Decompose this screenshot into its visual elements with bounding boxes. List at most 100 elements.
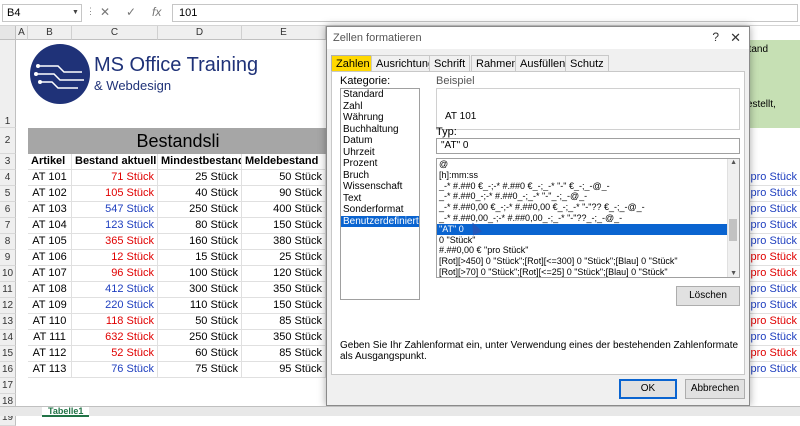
format-item[interactable]: #.##0,00 € "pro Stück" xyxy=(437,245,727,256)
cell-artikel[interactable]: AT 103 xyxy=(28,202,72,218)
row-header-2[interactable]: 2 xyxy=(0,128,16,154)
row-header-4[interactable]: 4 xyxy=(0,170,16,186)
cell-mindest[interactable]: 60 Stück xyxy=(158,346,242,362)
cell-melde[interactable]: 150 Stück xyxy=(242,218,326,234)
cell-bestand[interactable]: 118 Stück xyxy=(72,314,158,330)
cell-artikel[interactable]: AT 111 xyxy=(28,330,72,346)
header-artikel[interactable]: Artikel xyxy=(28,154,72,170)
cell-artikel[interactable]: AT 104 xyxy=(28,218,72,234)
cell-melde[interactable]: 90 Stück xyxy=(242,186,326,202)
format-item[interactable]: [Rot][>70] 0 "Stück";[Rot][<=25] 0 "Stüc… xyxy=(437,267,727,278)
category-item[interactable]: Währung xyxy=(341,112,419,124)
category-item[interactable]: Prozent xyxy=(341,158,419,170)
row-header-12[interactable]: 12 xyxy=(0,298,16,314)
format-item[interactable]: _-* #.##0 €_-;-* #.##0 €_-;_-* "-" €_-;_… xyxy=(437,181,727,192)
row-header-13[interactable]: 13 xyxy=(0,314,16,330)
category-item[interactable]: Buchhaltung xyxy=(341,124,419,136)
help-icon[interactable]: ? xyxy=(712,30,719,44)
fx-icon[interactable]: fx xyxy=(152,5,161,19)
formula-input[interactable]: 101 xyxy=(172,4,798,22)
row-header-15[interactable]: 15 xyxy=(0,346,16,362)
cell-mindest[interactable]: 250 Stück xyxy=(158,202,242,218)
cell-mindest[interactable]: 160 Stück xyxy=(158,234,242,250)
category-item[interactable]: Benutzerdefiniert xyxy=(341,216,419,228)
category-list[interactable]: StandardZahlWährungBuchhaltungDatumUhrze… xyxy=(340,88,420,300)
category-item[interactable]: Uhrzeit xyxy=(341,147,419,159)
row-header-11[interactable]: 11 xyxy=(0,282,16,298)
format-item[interactable]: [Rot][>450] 0 "Stück";[Rot][<=300] 0 "St… xyxy=(437,256,727,267)
row-header-8[interactable]: 8 xyxy=(0,234,16,250)
delete-button[interactable]: Löschen xyxy=(676,286,740,306)
cell-artikel[interactable]: AT 113 xyxy=(28,362,72,378)
cell-mindest[interactable]: 25 Stück xyxy=(158,170,242,186)
cell-melde[interactable]: 85 Stück xyxy=(242,314,326,330)
scroll-down-icon[interactable]: ▼ xyxy=(730,270,737,277)
cell-mindest[interactable]: 75 Stück xyxy=(158,362,242,378)
cell-mindest[interactable]: 110 Stück xyxy=(158,298,242,314)
format-item[interactable]: 0 "Stück" xyxy=(437,235,727,246)
format-list-scrollbar[interactable]: ▲ ▼ xyxy=(727,159,739,277)
cell-artikel[interactable]: AT 102 xyxy=(28,186,72,202)
row-header-5[interactable]: 5 xyxy=(0,186,16,202)
column-header-d[interactable]: D xyxy=(158,26,242,40)
cell-artikel[interactable]: AT 112 xyxy=(28,346,72,362)
row-header-14[interactable]: 14 xyxy=(0,330,16,346)
row-header-16[interactable]: 16 xyxy=(0,362,16,378)
column-header-c[interactable]: C xyxy=(72,26,158,40)
cell-mindest[interactable]: 80 Stück xyxy=(158,218,242,234)
cell-mindest[interactable]: 15 Stück xyxy=(158,250,242,266)
cell-artikel[interactable]: AT 106 xyxy=(28,250,72,266)
tab-schutz[interactable]: Schutz xyxy=(565,55,609,71)
cell-bestand[interactable]: 123 Stück xyxy=(72,218,158,234)
header-bestand[interactable]: Bestand aktuell xyxy=(72,154,158,170)
format-item[interactable]: _-* #.##0,00 €_-;-* #.##0,00 €_-;_-* "-"… xyxy=(437,202,727,213)
row-header-17[interactable]: 17 xyxy=(0,378,16,394)
format-list[interactable]: @[h]:mm:ss_-* #.##0 €_-;-* #.##0 €_-;_-*… xyxy=(436,158,740,278)
cell-melde[interactable]: 150 Stück xyxy=(242,298,326,314)
cell-mindest[interactable]: 50 Stück xyxy=(158,314,242,330)
cell-melde[interactable]: 350 Stück xyxy=(242,330,326,346)
select-all-corner[interactable] xyxy=(0,26,16,40)
category-item[interactable]: Sonderformat xyxy=(341,204,419,216)
cell-mindest[interactable]: 40 Stück xyxy=(158,186,242,202)
row-header-1[interactable]: 1 xyxy=(0,40,16,128)
format-item[interactable]: _-* #.##0,00_-;-* #.##0,00_-;_-* "-"??_-… xyxy=(437,213,727,224)
cancel-icon[interactable]: ✕ xyxy=(100,5,110,19)
cell-melde[interactable]: 350 Stück xyxy=(242,282,326,298)
tab-ausfuellen[interactable]: Ausfüllen xyxy=(515,55,570,71)
cell-artikel[interactable]: AT 101 xyxy=(28,170,72,186)
cell-melde[interactable]: 25 Stück xyxy=(242,250,326,266)
row-header-10[interactable]: 10 xyxy=(0,266,16,282)
typ-input[interactable]: "AT" 0 xyxy=(436,138,740,154)
tab-schrift[interactable]: Schrift xyxy=(429,55,470,71)
cell-bestand[interactable]: 12 Stück xyxy=(72,250,158,266)
cell-melde[interactable]: 85 Stück xyxy=(242,346,326,362)
row-header-9[interactable]: 9 xyxy=(0,250,16,266)
category-item[interactable]: Wissenschaft xyxy=(341,181,419,193)
cell-bestand[interactable]: 71 Stück xyxy=(72,170,158,186)
format-item[interactable]: _-* #.##0_-;-* #.##0_-;_-* "-"_-;_-@_- xyxy=(437,191,727,202)
cell-bestand[interactable]: 76 Stück xyxy=(72,362,158,378)
category-item[interactable]: Datum xyxy=(341,135,419,147)
cell-artikel[interactable]: AT 109 xyxy=(28,298,72,314)
cell-bestand[interactable]: 412 Stück xyxy=(72,282,158,298)
close-icon[interactable]: ✕ xyxy=(730,30,741,46)
cell-melde[interactable]: 95 Stück xyxy=(242,362,326,378)
cell-melde[interactable]: 120 Stück xyxy=(242,266,326,282)
scroll-up-icon[interactable]: ▲ xyxy=(730,159,737,166)
scroll-thumb[interactable] xyxy=(729,219,737,241)
ok-button[interactable]: OK xyxy=(619,379,677,399)
name-box[interactable]: B4 xyxy=(2,4,82,22)
column-header-e[interactable]: E xyxy=(242,26,326,40)
cell-bestand[interactable]: 632 Stück xyxy=(72,330,158,346)
column-header-a[interactable]: A xyxy=(16,26,28,40)
cell-artikel[interactable]: AT 108 xyxy=(28,282,72,298)
cell-artikel[interactable]: AT 110 xyxy=(28,314,72,330)
cell-melde[interactable]: 400 Stück xyxy=(242,202,326,218)
cancel-button[interactable]: Abbrechen xyxy=(685,379,745,399)
chevron-down-icon[interactable]: ▼ xyxy=(72,9,79,16)
format-item[interactable]: [h]:mm:ss xyxy=(437,170,727,181)
format-item[interactable]: @ xyxy=(437,159,727,170)
category-item[interactable]: Standard xyxy=(341,89,419,101)
cell-bestand[interactable]: 52 Stück xyxy=(72,346,158,362)
